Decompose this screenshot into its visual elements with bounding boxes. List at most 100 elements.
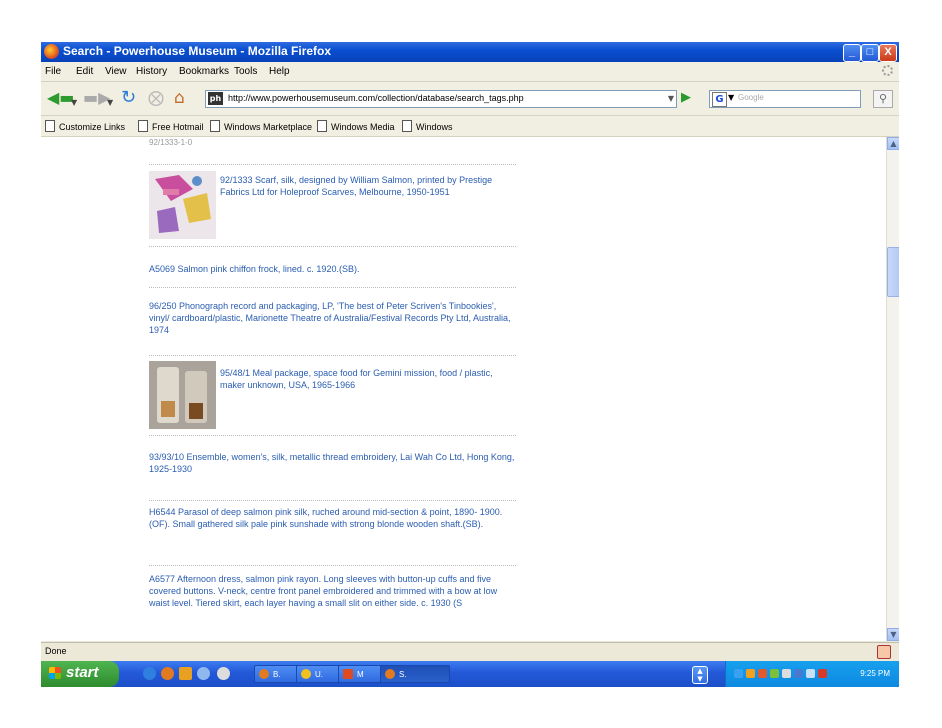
quicklaunch-firefox-icon[interactable] bbox=[161, 667, 174, 680]
taskbar-item-s[interactable]: S. bbox=[380, 665, 450, 683]
bookmark-label: Windows bbox=[416, 122, 453, 132]
result-link[interactable]: 95/48/1 Meal package, space food for Gem… bbox=[220, 367, 516, 391]
task-label: M bbox=[357, 670, 364, 679]
result-link[interactable]: 93/93/10 Ensemble, women's, silk, metall… bbox=[149, 451, 516, 475]
menu-tools[interactable]: Tools bbox=[234, 66, 257, 77]
status-text: Done bbox=[45, 646, 67, 656]
scroll-down-arrow-icon[interactable]: ▼ bbox=[887, 628, 899, 641]
bookmark-free-hotmail[interactable]: Free Hotmail bbox=[138, 120, 204, 132]
tray-shield-icon[interactable] bbox=[806, 669, 815, 678]
page-content: 92/1333-1-0 92/1333 Scarf, silk, designe… bbox=[41, 137, 886, 641]
page-icon bbox=[45, 120, 55, 132]
quicklaunch-media-icon[interactable] bbox=[197, 667, 210, 680]
firefox-icon bbox=[259, 669, 269, 679]
stop-icon[interactable]: ⨂ bbox=[148, 90, 164, 106]
title-bar[interactable]: Search - Powerhouse Museum - Mozilla Fir… bbox=[41, 42, 899, 62]
tray-network-icon[interactable] bbox=[734, 669, 743, 678]
result-separator bbox=[149, 246, 516, 247]
search-field[interactable]: G ▼ Google bbox=[709, 90, 861, 108]
quicklaunch-app-icon[interactable] bbox=[179, 667, 192, 680]
meal-package-image bbox=[149, 361, 216, 429]
firefox-icon bbox=[385, 669, 395, 679]
page-icon bbox=[210, 120, 220, 132]
quicklaunch-settings-icon[interactable] bbox=[217, 667, 230, 680]
quicklaunch-ie-icon[interactable] bbox=[143, 667, 156, 680]
throbber-icon bbox=[882, 65, 893, 76]
start-label: start bbox=[66, 664, 99, 681]
url-text[interactable]: http://www.powerhousemuseum.com/collecti… bbox=[228, 93, 524, 103]
result-link[interactable]: A5069 Salmon pink chiffon frock, lined. … bbox=[149, 263, 516, 275]
menu-file[interactable]: File bbox=[45, 66, 61, 77]
scrollbar-thumb[interactable] bbox=[887, 247, 899, 297]
task-label: S. bbox=[399, 670, 407, 679]
result-link[interactable]: 92/1333 Scarf, silk, designed by William… bbox=[220, 174, 516, 198]
page-icon bbox=[138, 120, 148, 132]
minimize-button[interactable]: _ bbox=[843, 44, 861, 62]
status-addon-icon[interactable] bbox=[877, 645, 891, 659]
bookmark-windows-media[interactable]: Windows Media bbox=[317, 120, 395, 132]
task-label: B. bbox=[273, 670, 281, 679]
menu-edit[interactable]: Edit bbox=[76, 66, 93, 77]
vertical-scrollbar[interactable]: ▲ ▼ bbox=[886, 137, 899, 641]
start-button[interactable]: start bbox=[41, 661, 119, 687]
close-button[interactable]: X bbox=[879, 44, 897, 62]
google-engine-icon[interactable]: G bbox=[712, 92, 727, 107]
maximize-button[interactable]: □ bbox=[861, 44, 879, 62]
windows-taskbar: start B. U. M S. ▲ ▼ 9:25 PM bbox=[41, 661, 899, 687]
url-dropdown-icon[interactable]: ▼ bbox=[668, 94, 674, 103]
search-placeholder: Google bbox=[738, 93, 764, 102]
home-icon[interactable]: ⌂ bbox=[174, 90, 185, 107]
tray-antivirus-icon[interactable] bbox=[758, 669, 767, 678]
bookmark-label: Windows Media bbox=[331, 122, 395, 132]
engine-dropdown-icon[interactable]: ▼ bbox=[728, 93, 734, 102]
result-thumbnail-scarf[interactable] bbox=[149, 171, 216, 239]
result-link[interactable]: 96/250 Phonograph record and packaging, … bbox=[149, 300, 516, 336]
windows-logo-icon bbox=[49, 667, 61, 679]
navigation-toolbar: ◀▬ ▼ ▬▶ ▼ ↻ ⨂ ⌂ ph http://www.powerhouse… bbox=[41, 82, 899, 116]
address-bar[interactable]: ph http://www.powerhousemuseum.com/colle… bbox=[205, 90, 677, 108]
tray-security-icon[interactable] bbox=[818, 669, 827, 678]
menu-help[interactable]: Help bbox=[269, 66, 290, 77]
result-thumbnail-meal[interactable] bbox=[149, 361, 216, 429]
app-icon bbox=[301, 669, 311, 679]
bookmark-label: Windows Marketplace bbox=[224, 122, 313, 132]
menu-bar: File Edit View History Bookmarks Tools H… bbox=[41, 62, 899, 82]
result-separator bbox=[149, 164, 516, 165]
result-separator bbox=[149, 355, 516, 356]
system-clock[interactable]: 9:25 PM bbox=[860, 669, 890, 678]
menu-bookmarks[interactable]: Bookmarks bbox=[179, 66, 229, 77]
forward-dropdown-icon[interactable]: ▼ bbox=[107, 95, 113, 111]
status-bar: Done bbox=[41, 642, 899, 661]
result-separator bbox=[149, 435, 516, 436]
firefox-logo-icon bbox=[44, 44, 59, 59]
tray-volume-icon[interactable] bbox=[782, 669, 791, 678]
app-icon bbox=[343, 669, 353, 679]
menu-history[interactable]: History bbox=[136, 66, 167, 77]
result-separator bbox=[149, 500, 516, 501]
bookmarks-toolbar: Customize Links Free Hotmail Windows Mar… bbox=[41, 116, 899, 137]
back-dropdown-icon[interactable]: ▼ bbox=[71, 95, 77, 111]
bookmark-label: Customize Links bbox=[59, 122, 126, 132]
system-tray: 9:25 PM bbox=[725, 661, 899, 687]
window-title: Search - Powerhouse Museum - Mozilla Fir… bbox=[63, 44, 332, 58]
result-separator bbox=[149, 287, 516, 288]
menu-view[interactable]: View bbox=[105, 66, 127, 77]
scroll-up-arrow-icon[interactable]: ▲ bbox=[887, 137, 899, 150]
page-icon bbox=[402, 120, 412, 132]
result-partial: 92/1333-1-0 bbox=[149, 138, 193, 147]
bookmark-windows[interactable]: Windows bbox=[402, 120, 453, 132]
tray-update-icon[interactable] bbox=[770, 669, 779, 678]
tray-display-icon[interactable] bbox=[794, 669, 803, 678]
result-link[interactable]: A6577 Afternoon dress, salmon pink rayon… bbox=[149, 573, 516, 609]
magnifier-icon[interactable]: ⚲ bbox=[873, 90, 893, 108]
bookmark-customize-links[interactable]: Customize Links bbox=[45, 120, 125, 132]
reload-icon[interactable]: ↻ bbox=[121, 89, 136, 107]
result-link[interactable]: H6544 Parasol of deep salmon pink silk, … bbox=[149, 506, 516, 530]
bookmark-windows-marketplace[interactable]: Windows Marketplace bbox=[210, 120, 312, 132]
task-label: U. bbox=[315, 670, 323, 679]
result-separator bbox=[149, 565, 516, 566]
go-arrow-icon[interactable]: ▶ bbox=[681, 90, 697, 106]
tray-app-icon[interactable] bbox=[746, 669, 755, 678]
firefox-window: Search - Powerhouse Museum - Mozilla Fir… bbox=[41, 42, 899, 687]
taskbar-expand-icon[interactable]: ▲ ▼ bbox=[692, 666, 708, 684]
